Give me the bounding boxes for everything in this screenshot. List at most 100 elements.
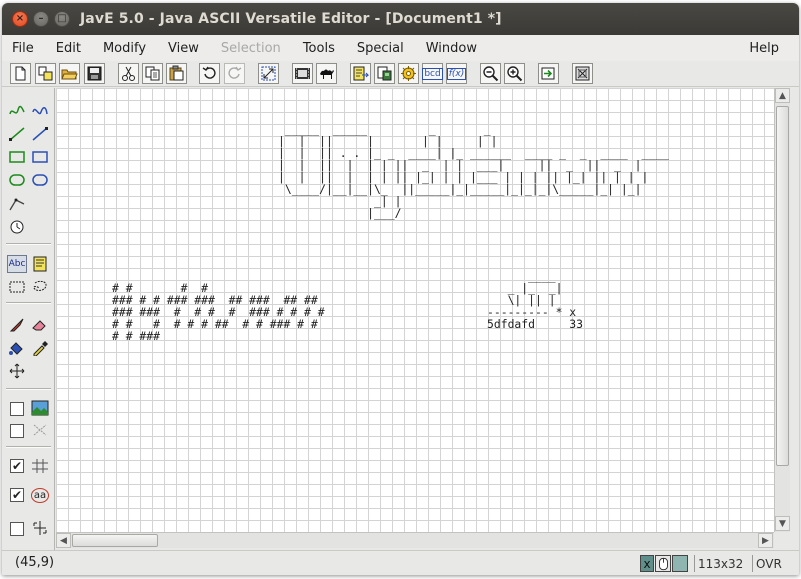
fill-tool[interactable]	[7, 339, 27, 357]
drawing-canvas[interactable]: _____ _____ _ _ | | || | | | | | | | || …	[56, 88, 774, 532]
horizontal-scroll-thumb[interactable]	[72, 534, 158, 547]
lasso-tool[interactable]	[30, 278, 50, 296]
ellipse-tool[interactable]	[7, 171, 27, 189]
bezier-icon	[9, 198, 25, 211]
wrap-checkbox[interactable]: ✔	[10, 488, 24, 502]
vertical-scrollbar[interactable]: ▲ ▼	[774, 88, 790, 532]
new-document-icon	[15, 66, 26, 81]
line-tool[interactable]	[7, 125, 27, 143]
paste-button[interactable]	[166, 63, 187, 84]
select-tool-button[interactable]	[258, 63, 279, 84]
filmstrip-button[interactable]	[292, 63, 313, 84]
menu-edit[interactable]: Edit	[56, 41, 81, 56]
new-document-button[interactable]	[10, 63, 31, 84]
font-button[interactable]: bcd	[422, 63, 443, 84]
clock-icon	[10, 220, 24, 234]
run-button[interactable]	[538, 63, 559, 84]
menu-file[interactable]: File	[12, 41, 34, 56]
open-file-button[interactable]	[59, 63, 80, 84]
show-image-checkbox[interactable]	[10, 402, 24, 416]
rectangle-tool-alt[interactable]	[30, 148, 50, 166]
curve-tool[interactable]	[30, 101, 50, 119]
redo-icon	[228, 66, 242, 79]
insert-mode: OVR	[752, 555, 792, 572]
ascii-art-small: ____ _ |_ _| \| || | --------- * x 5dfda…	[487, 269, 584, 331]
x-indicator-label: x	[643, 556, 651, 571]
cut-button[interactable]	[118, 63, 139, 84]
window-title: JavE 5.0 - Java ASCII Versatile Editor -…	[80, 11, 502, 27]
rectangle-tool[interactable]	[7, 148, 27, 166]
landscape-picture-icon	[31, 400, 49, 416]
menu-special[interactable]: Special	[357, 41, 404, 56]
anchor-toggle[interactable]	[30, 519, 50, 537]
print-preview-button[interactable]	[374, 63, 395, 84]
wrap-toggle[interactable]: aa	[30, 486, 50, 504]
overwrite-x-indicator: x	[640, 555, 654, 572]
selection-arrows-icon	[261, 66, 276, 81]
select-rect-tool[interactable]	[7, 278, 27, 296]
copy-button[interactable]	[142, 63, 163, 84]
scroll-right-arrow[interactable]: ▶	[758, 533, 773, 548]
palette-separator-4	[6, 446, 51, 448]
show-guides-checkbox[interactable]	[10, 424, 24, 438]
freehand-curve-icon	[9, 105, 25, 115]
menu-tools[interactable]: Tools	[303, 41, 335, 56]
bezier-tool[interactable]	[7, 195, 27, 213]
camel-button[interactable]	[316, 63, 337, 84]
note-tool[interactable]	[30, 255, 50, 273]
move-arrows-icon	[9, 363, 25, 379]
new-template-button[interactable]	[35, 63, 56, 84]
undo-button[interactable]	[199, 63, 220, 84]
zoom-out-button[interactable]	[480, 63, 501, 84]
minimize-icon: –	[38, 13, 44, 24]
freehand-tool[interactable]	[7, 101, 27, 119]
check-icon: ✔	[11, 488, 23, 502]
minimize-window-button[interactable]: –	[33, 11, 49, 27]
check-icon: ✔	[11, 459, 23, 473]
zoom-in-icon	[507, 66, 523, 82]
scroll-up-arrow[interactable]: ▲	[775, 88, 790, 103]
menu-help[interactable]: Help	[749, 41, 779, 56]
function-fx-icon: f(x)	[446, 67, 467, 80]
eraser-tool[interactable]	[30, 316, 50, 334]
ellipse-alt-icon	[32, 174, 48, 186]
scroll-left-arrow[interactable]: ◀	[56, 533, 71, 548]
fit-window-button[interactable]	[572, 63, 593, 84]
menu-selection: Selection	[220, 40, 281, 56]
close-window-button[interactable]: ×	[12, 11, 28, 27]
menu-bar: File Edit Modify View Selection Tools Sp…	[2, 35, 799, 61]
clock-tool[interactable]	[7, 218, 27, 236]
preview-icon	[377, 66, 392, 81]
zoom-in-button[interactable]	[504, 63, 525, 84]
settings-button[interactable]	[398, 63, 419, 84]
gear-icon	[401, 66, 416, 81]
rectangle-alt-icon	[32, 151, 48, 163]
menu-view[interactable]: View	[168, 41, 199, 56]
show-grid-checkbox[interactable]: ✔	[10, 459, 24, 473]
line-tool-alt[interactable]	[30, 125, 50, 143]
tool-palette: Abc ✔ ✔ aa	[2, 88, 55, 550]
ellipse-tool-alt[interactable]	[30, 171, 50, 189]
export-button[interactable]	[350, 63, 371, 84]
pick-tool[interactable]	[30, 339, 50, 357]
eyedropper-icon	[33, 341, 48, 356]
filmstrip-icon	[295, 68, 310, 79]
save-button[interactable]	[84, 63, 105, 84]
background-image-toggle[interactable]	[30, 399, 50, 417]
vertical-scroll-thumb[interactable]	[776, 106, 789, 466]
brush-tool[interactable]	[7, 316, 27, 334]
guides-toggle[interactable]	[30, 421, 50, 439]
menu-window[interactable]: Window	[426, 41, 477, 56]
maximize-window-button[interactable]: □	[54, 11, 70, 27]
scroll-down-arrow[interactable]: ▼	[775, 516, 790, 531]
text-tool[interactable]: Abc	[7, 255, 27, 273]
function-plot-button[interactable]: f(x)	[446, 63, 467, 84]
run-arrow-icon	[541, 67, 555, 80]
menu-modify[interactable]: Modify	[103, 41, 146, 56]
move-tool[interactable]	[7, 362, 27, 380]
rectangle-icon	[9, 151, 25, 163]
lasso-icon	[33, 280, 47, 291]
anchor-checkbox[interactable]	[10, 522, 24, 536]
grid-toggle[interactable]	[30, 457, 50, 475]
horizontal-scrollbar[interactable]: ◀ ▶	[56, 532, 774, 548]
